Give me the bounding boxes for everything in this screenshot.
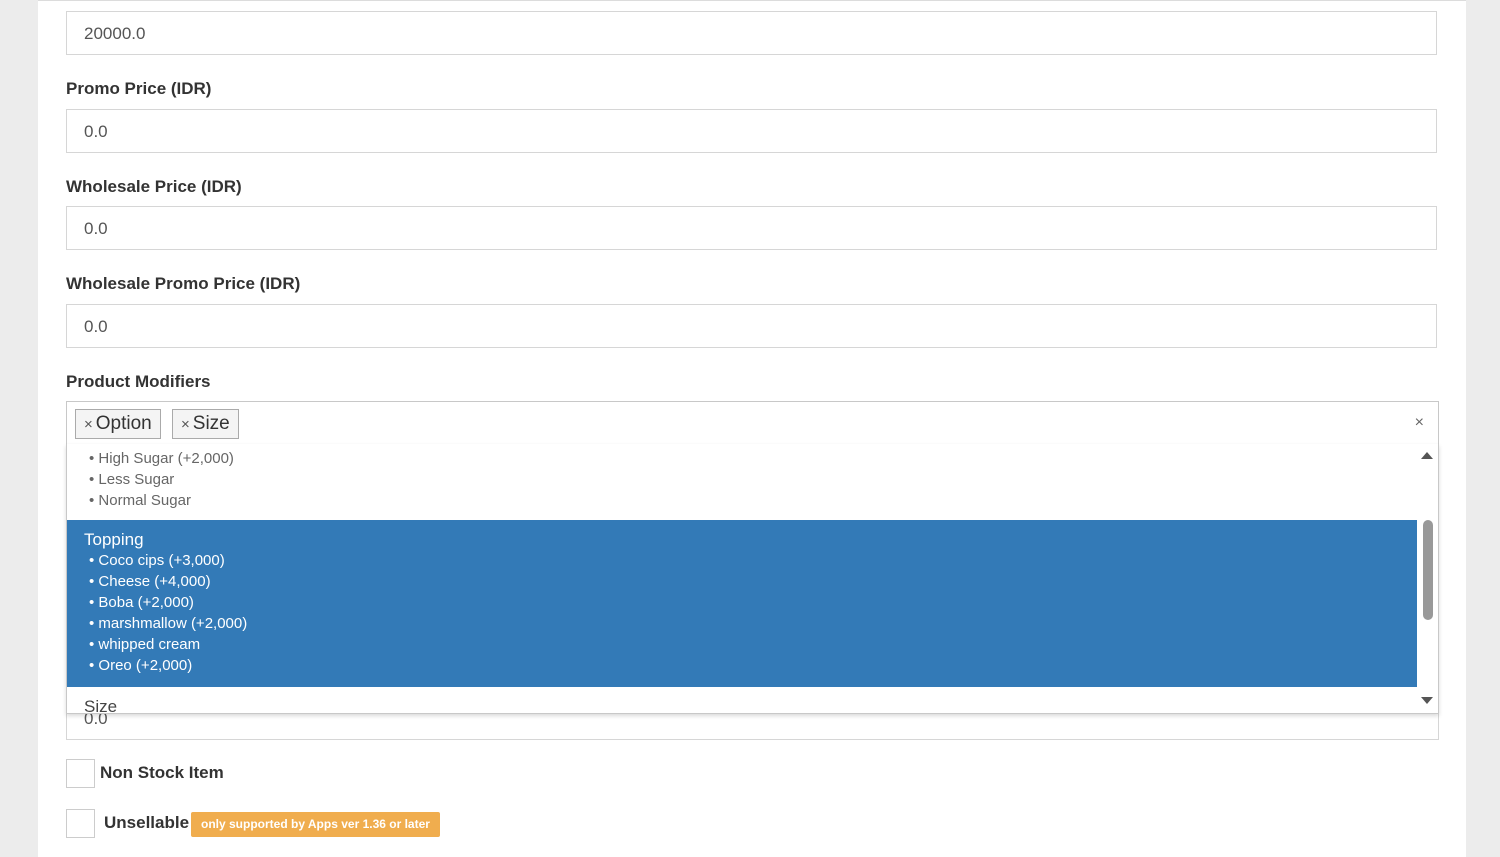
scrollbar-thumb[interactable] — [1423, 520, 1433, 620]
option-group-sugar[interactable]: • High Sugar (+2,000) • Less Sugar • Nor… — [67, 448, 1417, 511]
product-modifiers-label: Product Modifiers — [66, 372, 211, 391]
option-item: • Boba (+2,000) — [89, 594, 194, 611]
option-item: • marshmallow (+2,000) — [89, 615, 248, 632]
promo-price-input[interactable]: 0.0 — [66, 109, 1437, 153]
price-input[interactable]: 20000.0 — [66, 11, 1437, 55]
unsellable-checkbox[interactable] — [66, 809, 95, 838]
option-item: • Less Sugar — [89, 471, 175, 488]
option-group-topping[interactable]: Topping • Coco cips (+3,000) • Cheese (+… — [67, 520, 1417, 687]
promo-price-label: Promo Price (IDR) — [66, 79, 212, 98]
dropdown-scrollbar[interactable] — [1417, 444, 1438, 713]
wholesale-price-input[interactable]: 0.0 — [66, 206, 1437, 250]
modifier-tag-size: × Size — [172, 409, 239, 439]
wholesale-promo-price-input[interactable]: 0.0 — [66, 304, 1437, 348]
option-group-title: Topping — [84, 530, 144, 549]
modifier-tag-option: × Option — [75, 409, 161, 439]
wholesale-promo-price-label: Wholesale Promo Price (IDR) — [66, 274, 301, 293]
option-group-size-title[interactable]: Size — [84, 697, 117, 713]
scroll-up-icon[interactable] — [1421, 452, 1433, 459]
remove-tag-icon[interactable]: × — [84, 416, 93, 433]
scroll-down-icon[interactable] — [1421, 697, 1433, 704]
tag-label: Size — [192, 413, 230, 434]
non-stock-item-label: Non Stock Item — [100, 763, 224, 782]
option-item: • Coco cips (+3,000) — [89, 552, 225, 569]
clear-all-icon[interactable]: × — [1415, 414, 1424, 432]
option-item: • High Sugar (+2,000) — [89, 450, 234, 467]
product-modifiers-select[interactable]: × Option × Size × — [66, 401, 1439, 445]
option-item: • whipped cream — [89, 636, 201, 653]
option-item: • Oreo (+2,000) — [89, 657, 193, 674]
version-support-badge: only supported by Apps ver 1.36 or later — [191, 812, 440, 837]
modifiers-dropdown: • High Sugar (+2,000) • Less Sugar • Nor… — [66, 444, 1439, 714]
tag-label: Option — [95, 413, 152, 434]
option-item: • Normal Sugar — [89, 492, 191, 509]
option-item: • Cheese (+4,000) — [89, 573, 211, 590]
wholesale-price-label: Wholesale Price (IDR) — [66, 177, 242, 196]
non-stock-item-checkbox[interactable] — [66, 759, 95, 788]
remove-tag-icon[interactable]: × — [181, 416, 190, 433]
unsellable-label: Unsellable — [104, 813, 190, 832]
